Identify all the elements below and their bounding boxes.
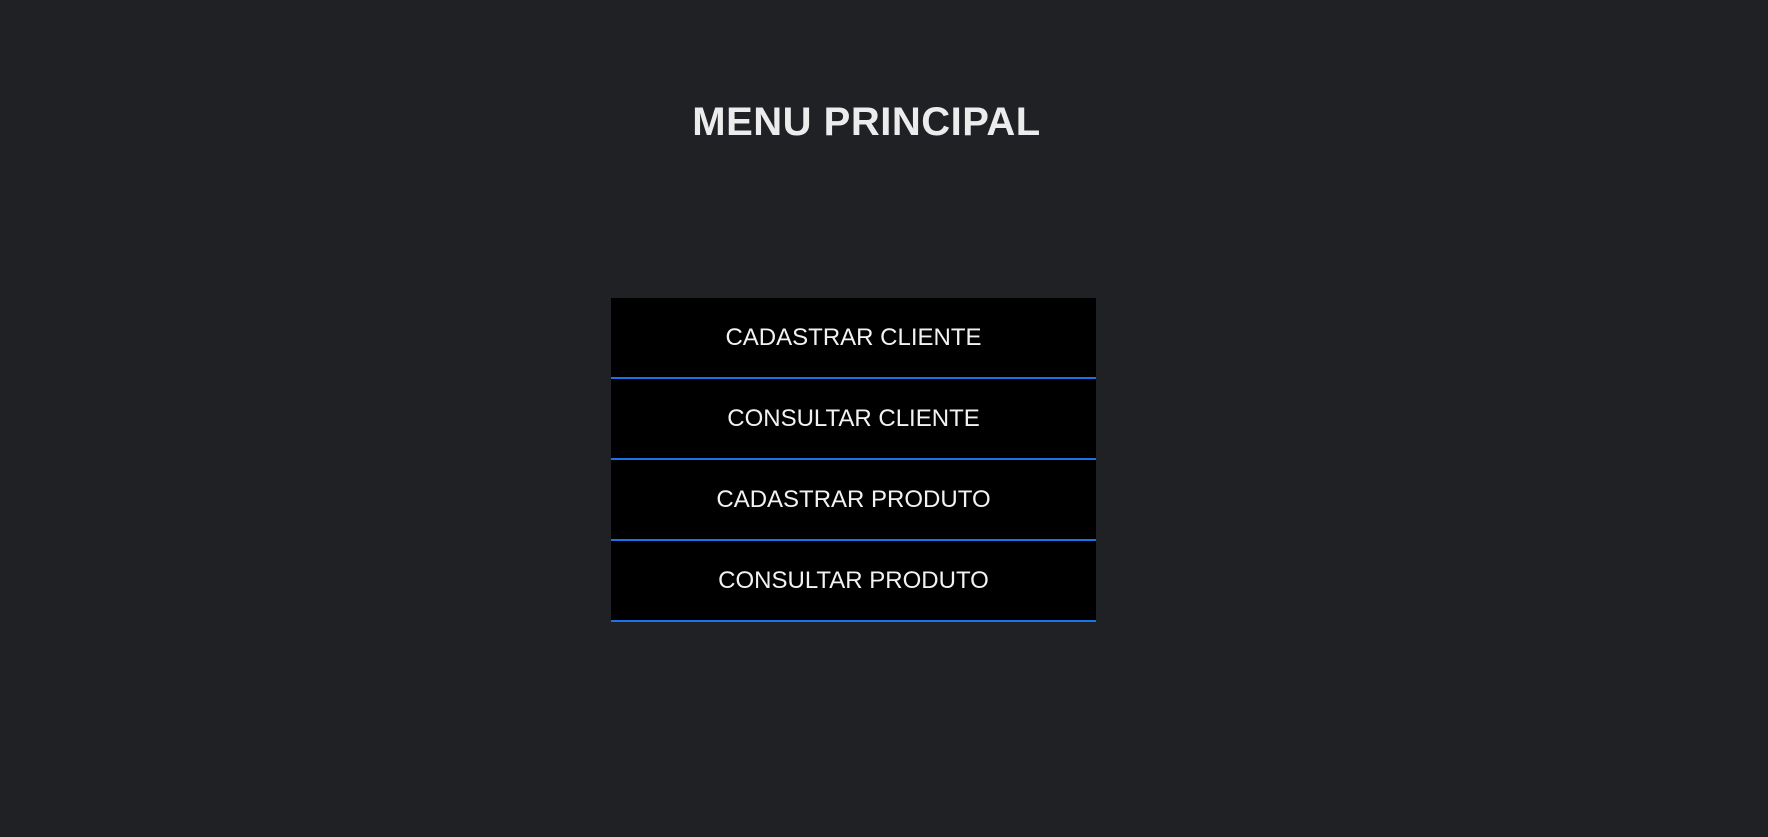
menu-item-consultar-cliente[interactable]: CONSULTAR CLIENTE (611, 379, 1096, 460)
menu-item-cadastrar-cliente[interactable]: CADASTRAR CLIENTE (611, 298, 1096, 379)
menu-item-cadastrar-produto[interactable]: CADASTRAR PRODUTO (611, 460, 1096, 541)
page: MENU PRINCIPAL CADASTRAR CLIENTE CONSULT… (0, 0, 1768, 837)
page-title: MENU PRINCIPAL (692, 100, 1041, 144)
main-menu: CADASTRAR CLIENTE CONSULTAR CLIENTE CADA… (611, 298, 1096, 622)
menu-item-consultar-produto[interactable]: CONSULTAR PRODUTO (611, 541, 1096, 622)
